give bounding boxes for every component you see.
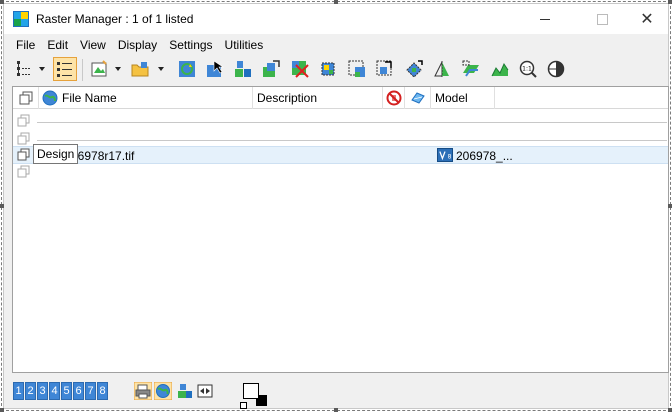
view-button-1[interactable]: 1 [13, 382, 24, 400]
menu-edit[interactable]: Edit [41, 36, 74, 54]
raster-rotate-icon[interactable] [402, 57, 426, 81]
new-raster-icon[interactable] [87, 57, 111, 81]
list-header: File Name Description Model [13, 87, 668, 109]
toolbar: 1:1 [4, 55, 668, 85]
view-button-2[interactable]: 2 [25, 382, 36, 400]
zoom-one-to-one-icon[interactable]: 1:1 [516, 57, 540, 81]
raster-warp-icon[interactable] [459, 57, 483, 81]
transparency-icon [410, 92, 425, 104]
file-name-cell: 06978r17.tif [71, 149, 135, 163]
row-divider [37, 140, 667, 141]
view-button-6[interactable]: 6 [73, 382, 84, 400]
no-entry-icon [386, 90, 401, 106]
resize-handle[interactable] [668, 0, 672, 4]
raster-tile-icon[interactable] [176, 382, 194, 400]
display-toggle-icon[interactable] [17, 148, 31, 162]
column-header-model[interactable]: Model [431, 87, 495, 109]
fit-view-icon[interactable] [196, 382, 214, 400]
chevron-down-icon[interactable] [115, 67, 121, 71]
display-toggle-icon[interactable] [17, 114, 31, 128]
globe-icon[interactable] [154, 382, 172, 400]
resize-handle[interactable] [668, 408, 672, 412]
view-button-3[interactable]: 3 [37, 382, 48, 400]
view-button-4[interactable]: 4 [49, 382, 60, 400]
list-item[interactable] [13, 112, 668, 130]
row-divider [37, 122, 667, 123]
toolbar-separator [82, 59, 83, 81]
raster-move-icon[interactable] [259, 57, 283, 81]
model-header-label: Model [435, 91, 468, 105]
display-toggle-icon[interactable] [17, 132, 31, 146]
view-button-8[interactable]: 8 [97, 382, 108, 400]
resize-handle[interactable] [334, 0, 338, 4]
chevron-down-icon[interactable] [158, 67, 164, 71]
minimize-button[interactable] [530, 8, 560, 30]
chevron-down-icon[interactable] [39, 67, 45, 71]
display-toggle-icon[interactable] [17, 165, 31, 179]
raster-manager-window: Raster Manager : 1 of 1 listed ✕ File Ed… [3, 3, 669, 409]
tree-list-icon[interactable] [12, 57, 36, 81]
raster-scale-icon[interactable] [345, 57, 369, 81]
column-header-display[interactable] [13, 87, 39, 109]
raster-list[interactable]: File Name Description Model 06978r17.tif… [12, 86, 669, 373]
svg-text:8: 8 [448, 153, 452, 160]
column-header-transparency[interactable] [405, 87, 431, 109]
model-cell: 206978_... [456, 149, 513, 163]
status-bar: 1 2 3 4 5 6 7 8 [4, 377, 668, 409]
menu-view[interactable]: View [74, 36, 112, 54]
view-button-5[interactable]: 5 [61, 382, 72, 400]
column-header-lock[interactable] [383, 87, 405, 109]
raster-transform-icon[interactable] [316, 57, 340, 81]
file-name-header-label: File Name [62, 91, 117, 105]
swap-colors-icon[interactable] [240, 402, 247, 409]
menu-bar: File Edit View Display Settings Utilitie… [4, 36, 269, 54]
menu-file[interactable]: File [4, 36, 41, 54]
maximize-button[interactable] [587, 8, 617, 30]
resize-handle[interactable] [0, 408, 4, 412]
column-header-description[interactable]: Description [253, 87, 383, 109]
attach-folder-icon[interactable] [128, 57, 152, 81]
table-row[interactable]: 06978r17.tif 8 206978_... [13, 146, 668, 164]
raster-manager-app-icon [13, 11, 29, 27]
list-view-icon[interactable] [53, 57, 77, 81]
select-raster-icon[interactable] [203, 57, 227, 81]
detach-raster-icon[interactable] [288, 57, 312, 81]
view-button-7[interactable]: 7 [85, 382, 96, 400]
resize-handle[interactable] [0, 204, 4, 208]
svg-text:1:1: 1:1 [522, 66, 532, 73]
raster-tile-icon[interactable] [231, 57, 255, 81]
menu-settings[interactable]: Settings [163, 36, 218, 54]
resize-handle[interactable] [0, 0, 4, 4]
window-title: Raster Manager : 1 of 1 listed [36, 12, 194, 26]
resize-handle[interactable] [668, 204, 672, 208]
printer-icon[interactable] [134, 382, 152, 400]
title-bar[interactable]: Raster Manager : 1 of 1 listed ✕ [4, 4, 668, 34]
tooltip: Design [33, 144, 79, 164]
foreground-color-swatch[interactable] [243, 383, 259, 399]
raster-clip-icon[interactable] [373, 57, 397, 81]
display-toggle-icon [19, 91, 32, 105]
model-icon: 8 [437, 148, 453, 162]
raster-terrain-icon[interactable] [488, 57, 512, 81]
globe-icon [42, 90, 58, 106]
description-header-label: Description [257, 91, 318, 105]
list-item[interactable] [13, 163, 668, 181]
reload-raster-icon[interactable] [175, 57, 199, 81]
resize-handle[interactable] [334, 408, 338, 412]
close-button[interactable]: ✕ [632, 8, 662, 30]
view-center-icon[interactable] [544, 57, 568, 81]
menu-utilities[interactable]: Utilities [219, 36, 270, 54]
raster-mirror-icon[interactable] [430, 57, 454, 81]
column-header-file-name[interactable]: File Name [39, 87, 253, 109]
menu-display[interactable]: Display [112, 36, 163, 54]
